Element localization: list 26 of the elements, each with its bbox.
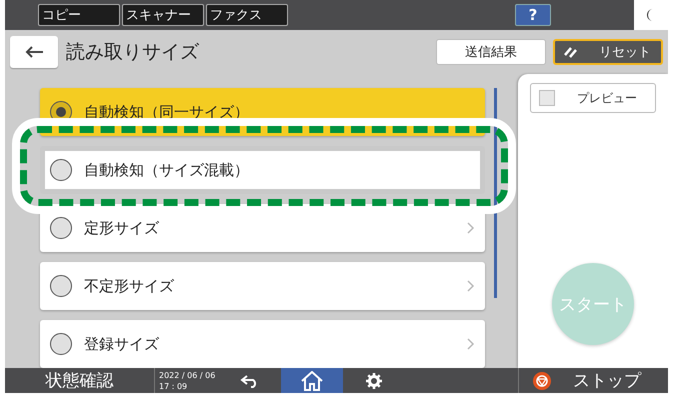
radio-button[interactable] (50, 333, 72, 355)
size-option[interactable]: 登録サイズ (40, 320, 485, 368)
preview-checkbox[interactable]: プレビュー (530, 83, 656, 113)
radio-button[interactable] (50, 217, 72, 239)
back-button[interactable] (10, 36, 58, 68)
back-arrow-icon (24, 45, 44, 59)
slash-icon (563, 45, 579, 59)
size-option[interactable]: 不定形サイズ (40, 262, 485, 310)
send-results-button[interactable]: 送信結果 (436, 39, 546, 65)
date-text: 2022 / 06 / 06 (159, 370, 216, 380)
stop-icon (533, 372, 551, 390)
reset-button[interactable]: リセット (553, 39, 663, 65)
mode-tab[interactable]: スキャナー (122, 4, 204, 26)
status-check-button[interactable]: 状態確認 (5, 368, 155, 393)
home-button[interactable] (281, 368, 343, 393)
radio-button[interactable] (50, 159, 72, 181)
radio-button[interactable] (50, 275, 72, 297)
screen-title: 読み取りサイズ (66, 40, 199, 65)
home-icon (301, 370, 323, 390)
mode-tab[interactable]: ファクス (206, 4, 288, 26)
help-button[interactable]: ? (515, 4, 551, 26)
size-option[interactable]: 自動検知（サイズ混載） (40, 146, 485, 194)
time-text: 17 : 09 (159, 380, 188, 392)
mode-tab[interactable]: コピー (38, 4, 120, 26)
settings-icon (366, 372, 382, 388)
stop-button[interactable]: ストップ (518, 368, 668, 393)
